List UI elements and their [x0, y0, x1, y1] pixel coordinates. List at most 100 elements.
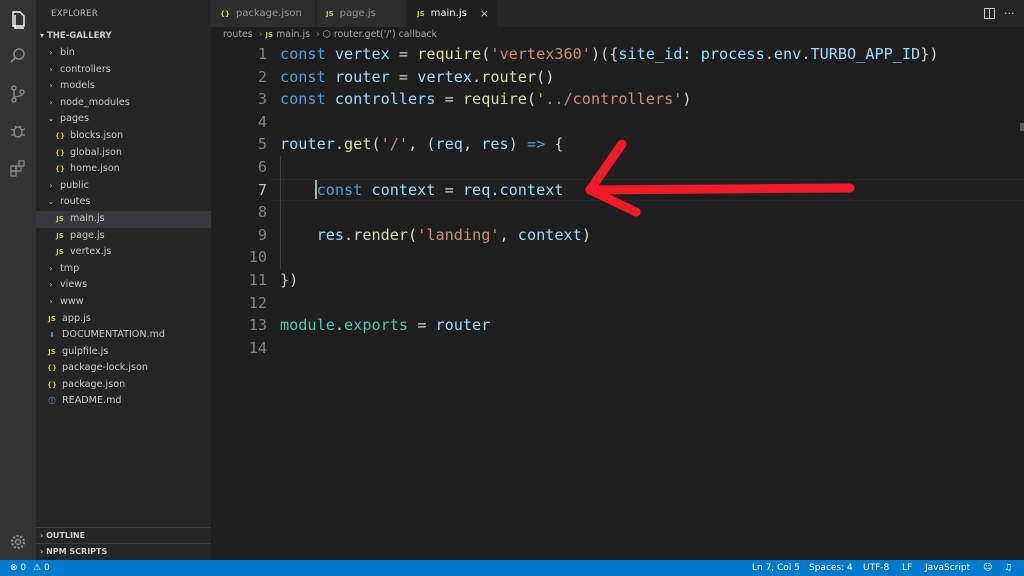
js-file-icon: JS	[56, 248, 64, 257]
tree-item[interactable]: {} package.json	[36, 377, 211, 394]
info-file-icon: ⓘ	[48, 397, 56, 406]
chevron-right-icon: ›	[49, 48, 53, 57]
js-file-icon: JS	[265, 31, 274, 39]
tree-item[interactable]: {} package-lock.json	[36, 360, 211, 377]
tree-item[interactable]: {} global.json	[36, 145, 211, 162]
search-icon[interactable]	[6, 44, 30, 68]
code-line-1: const vertex = require('vertex360')({sit…	[280, 45, 939, 63]
code-line-11: })	[280, 271, 299, 289]
tree-item[interactable]: {} blocks.json	[36, 128, 211, 145]
tree-item[interactable]: ⓘ README.md	[36, 393, 211, 410]
line-number: 9	[257, 225, 267, 244]
chevron-right-icon: ›	[258, 29, 263, 40]
npm-scripts-label: NPM SCRIPTS	[46, 547, 108, 556]
tree-item-label: views	[60, 279, 88, 291]
files-icon[interactable]	[6, 8, 30, 32]
tree-item-label: routes	[60, 196, 91, 208]
breadcrumb-symbol[interactable]: router.get('/') callback	[334, 29, 437, 40]
tree-item[interactable]: JS page.js	[36, 228, 211, 245]
tab-main-js[interactable]: JS main.js ×	[408, 0, 498, 27]
tree-item-label: tmp	[60, 262, 80, 274]
tree-item[interactable]: ⌄ routes	[36, 194, 211, 211]
language-mode[interactable]: JavaScript	[925, 560, 970, 576]
tree-item[interactable]: JS gulpfile.js	[36, 344, 211, 361]
editor-tabs: {} package.json JS page.js JS main.js × ···	[211, 0, 1024, 27]
tree-item[interactable]: › node_modules	[36, 95, 211, 112]
extensions-icon[interactable]	[6, 157, 30, 181]
encoding[interactable]: UTF-8	[863, 560, 889, 576]
chevron-down-icon: ⌄	[47, 114, 55, 124]
explorer-sidebar: EXPLORER ▾ THE-GALLERY › bin › controllers ›…	[36, 0, 211, 560]
tree-item-label: node_modules	[60, 96, 130, 108]
chevron-right-icon: ›	[49, 64, 53, 74]
source-control-icon[interactable]	[6, 82, 30, 106]
tree-item[interactable]: › www	[36, 294, 211, 311]
status-bar: ⊗ 0 ⚠ 0 Ln 7, Col 5 Spaces: 4 UTF-8 LF J…	[0, 560, 1024, 576]
tree-item[interactable]: › public	[36, 178, 211, 195]
breadcrumb-file[interactable]: main.js	[276, 29, 310, 40]
explorer-title: EXPLORER	[51, 9, 99, 19]
tree-item[interactable]: › tmp	[36, 261, 211, 278]
line-number: 6	[257, 158, 267, 176]
tree-item-label: bin	[60, 47, 75, 58]
code-line-5: router.get('/', (req, res) => {	[280, 135, 564, 154]
tree-item-label: public	[60, 179, 89, 191]
problems-indicator[interactable]: ⊗ 0 ⚠ 0	[10, 560, 50, 576]
chevron-down-icon: ▾	[40, 31, 45, 40]
tree-item-label: gulpfile.js	[62, 345, 109, 357]
workspace-root[interactable]: ▾ THE-GALLERY	[36, 28, 211, 44]
json-file-icon: {}	[47, 380, 57, 389]
tree-item[interactable]: ⬇ DOCUMENTATION.md	[36, 327, 211, 344]
line-number: 12	[248, 293, 267, 312]
tree-item[interactable]: JS vertex.js	[36, 244, 211, 261]
outline-section[interactable]: › OUTLINE	[36, 527, 211, 543]
bell-icon[interactable]: ♫	[1004, 560, 1012, 576]
json-file-icon: {}	[55, 131, 65, 140]
more-actions-icon[interactable]: ···	[1004, 0, 1015, 27]
code-line-13: module.exports = router	[280, 316, 491, 335]
cursor-position[interactable]: Ln 7, Col 5	[752, 560, 800, 576]
warning-count: 0	[43, 563, 50, 573]
json-file-icon: {}	[55, 148, 65, 157]
line-number: 14	[248, 338, 267, 357]
js-file-icon: JS	[48, 314, 56, 323]
tab-page-js[interactable]: JS page.js	[317, 0, 407, 27]
tree-item-label: blocks.json	[70, 129, 124, 141]
js-file-icon: JS	[48, 347, 56, 356]
code-editor[interactable]: 1 2 3 4 5 6 7 8 9 10 11 12 13 14 const vertex = requi…	[211, 43, 1024, 560]
indentation[interactable]: Spaces: 4	[809, 560, 853, 576]
tree-item-label: models	[60, 80, 95, 92]
close-icon[interactable]: ×	[480, 0, 489, 27]
tree-item-label: home.json	[70, 163, 120, 175]
scrollbar-marker[interactable]	[1020, 123, 1024, 131]
tree-item[interactable]: JS main.js	[36, 210, 211, 228]
line-number: 5	[257, 135, 267, 154]
tree-item[interactable]: › models	[36, 78, 211, 95]
feedback-smiley-icon[interactable]: ☺	[983, 560, 992, 576]
tree-item-label: global.json	[70, 146, 122, 158]
js-file-icon: JS	[56, 214, 64, 223]
breadcrumb-folder[interactable]: routes	[223, 29, 253, 40]
debug-icon[interactable]	[6, 119, 30, 143]
split-editor-icon[interactable]	[984, 8, 995, 19]
tree-item-label: controllers	[60, 63, 111, 75]
end-of-line[interactable]: LF	[902, 560, 912, 576]
tree-item-label: page.js	[70, 229, 105, 241]
tab-package-json[interactable]: {} package.json	[211, 0, 316, 27]
json-file-icon: {}	[47, 364, 57, 373]
tree-item[interactable]: ⌄ pages	[36, 111, 211, 128]
tree-item[interactable]: JS app.js	[36, 311, 211, 328]
tree-item[interactable]: › views	[36, 277, 211, 294]
tree-item[interactable]: › controllers	[36, 62, 211, 79]
tree-item[interactable]: › bin	[36, 45, 211, 62]
code-line-9: res.render('landing', context)	[316, 225, 591, 244]
chevron-right-icon: ›	[40, 531, 44, 540]
settings-gear-icon[interactable]	[6, 530, 30, 554]
tab-label: page.js	[339, 8, 376, 19]
workspace-root-label: THE-GALLERY	[46, 31, 112, 41]
indent-guide	[280, 156, 281, 269]
line-number: 8	[257, 203, 267, 222]
tree-item[interactable]: {} home.json	[36, 161, 211, 178]
npm-scripts-section[interactable]: › NPM SCRIPTS	[36, 543, 211, 559]
tab-label: main.js	[430, 8, 467, 19]
